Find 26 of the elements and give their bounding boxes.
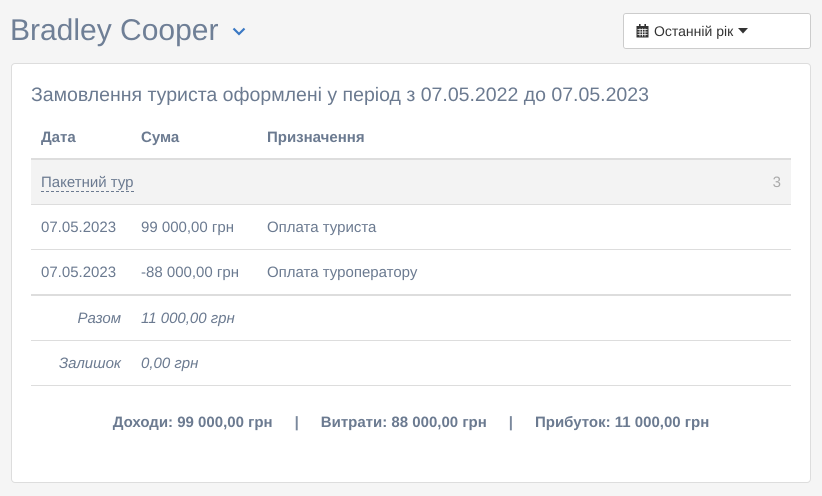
page-title: Bradley Cooper: [10, 14, 218, 48]
total-text: Прибуток: 11 000,00 грн: [535, 414, 710, 431]
chevron-down-icon[interactable]: [232, 26, 246, 36]
card-title: Замовлення туриста оформлені у період з 07.05.2022 до 07.05.2023: [31, 84, 650, 107]
group-count: 3: [772, 174, 781, 190]
table-cell: 99 000,00 грн: [141, 218, 234, 236]
total-text: Витрати: 88 000,00 грн: [320, 414, 487, 431]
summary-label: Залишок: [58, 354, 121, 372]
table-cell: Оплата туриста: [267, 218, 376, 236]
table-cell: 07.05.2023: [41, 218, 116, 236]
separator: |: [508, 414, 514, 431]
separator: |: [294, 414, 300, 431]
column-header: Дата: [41, 129, 76, 146]
table-cell: 07.05.2023: [41, 264, 116, 280]
group-link[interactable]: Пакетний тур: [41, 174, 134, 192]
calendar-icon: [636, 24, 649, 38]
table-cell: -88 000,00 грн: [141, 264, 239, 280]
table-cell: Оплата туроператору: [267, 264, 418, 280]
summary-value: 0,00 грн: [141, 354, 198, 372]
period-dropdown[interactable]: Останній рік: [623, 13, 811, 49]
summary-value: 11 000,00 грн: [141, 310, 235, 326]
column-header: Призначення: [267, 129, 365, 146]
column-header: Сума: [141, 129, 180, 146]
total-text: Доходи: 99 000,00 грн: [112, 414, 273, 431]
caret-icon: [738, 28, 748, 34]
summary-label: Разом: [78, 310, 121, 326]
